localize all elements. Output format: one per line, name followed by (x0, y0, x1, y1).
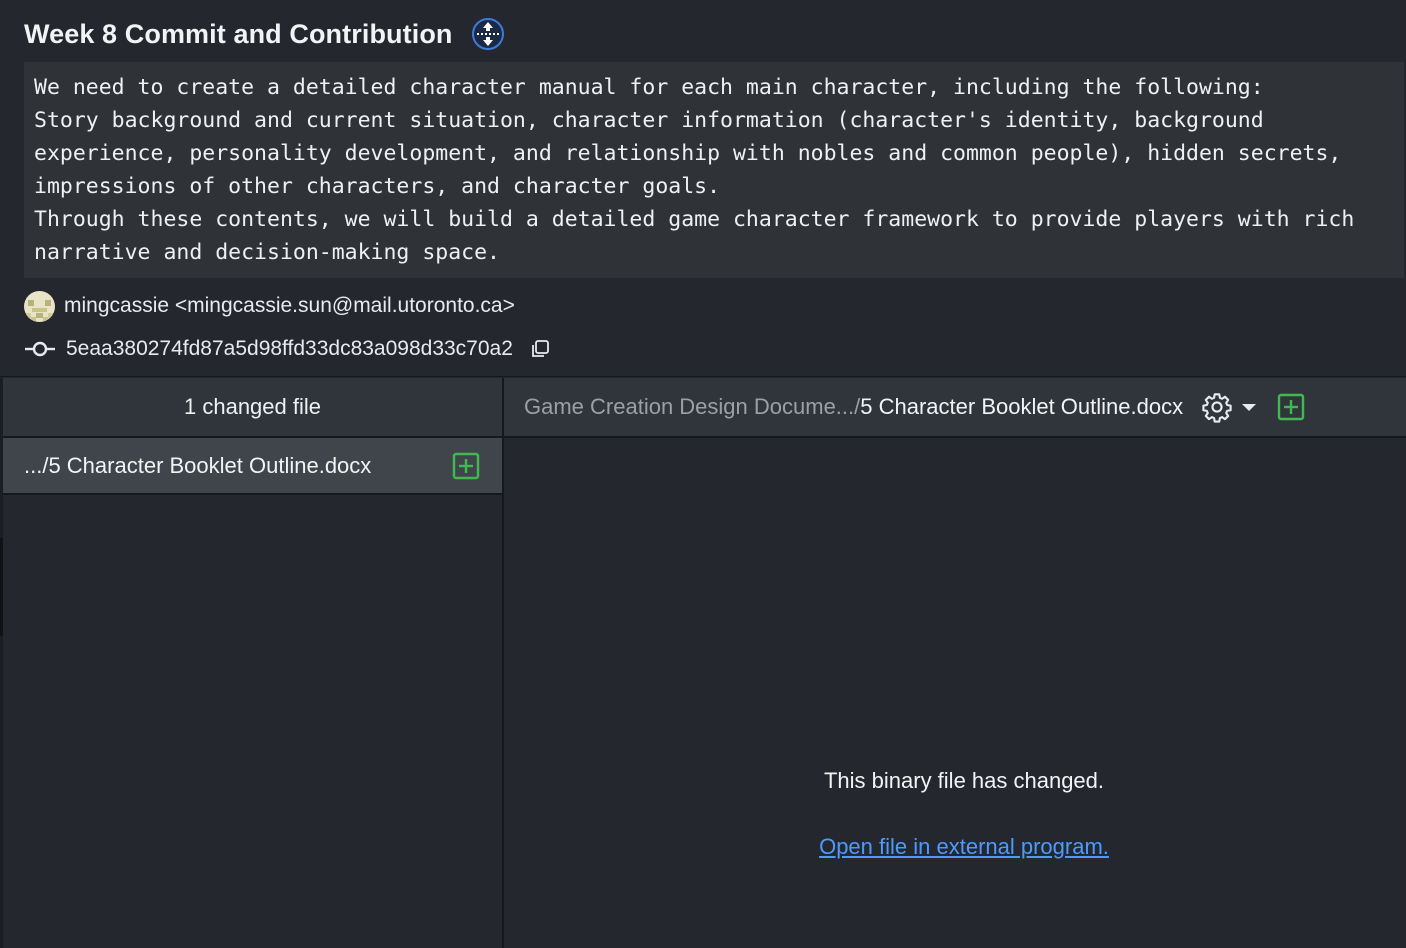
gear-icon (1201, 391, 1233, 423)
file-list-item[interactable]: .../5 Character Booklet Outline.docx (3, 438, 502, 495)
commit-icon (24, 339, 56, 359)
chevron-down-icon (1241, 402, 1257, 412)
commit-hash: 5eaa380274fd87a5d98ffd33dc83a098d33c70a2 (66, 337, 513, 360)
expand-icon[interactable] (471, 17, 505, 51)
commit-title: Week 8 Commit and Contribution (24, 18, 453, 49)
changed-files-panel: 1 changed file .../5 Character Booklet O… (3, 378, 504, 948)
title-row: Week 8 Commit and Contribution (24, 14, 505, 54)
changed-files-header: 1 changed file (3, 378, 502, 438)
copy-icon[interactable] (529, 338, 551, 360)
added-icon (452, 452, 480, 480)
diff-file-name: 5 Character Booklet Outline.docx (860, 394, 1184, 419)
file-list-item-name: .../5 Character Booklet Outline.docx (24, 452, 372, 478)
commit-message: We need to create a detailed character m… (24, 62, 1404, 278)
diff-settings-button[interactable] (1201, 391, 1257, 423)
commit-details-view: Week 8 Commit and Contribution We need t… (0, 0, 1406, 948)
open-external-link[interactable]: Open file in external program. (819, 834, 1109, 859)
diff-header: Game Creation Design Docume.../5 Charact… (504, 378, 1406, 438)
diff-split-view: 1 changed file .../5 Character Booklet O… (0, 376, 1406, 948)
author-row: mingcassie <mingcassie.sun@mail.utoronto… (24, 290, 515, 322)
hash-row: 5eaa380274fd87a5d98ffd33dc83a098d33c70a2 (24, 333, 551, 365)
avatar (24, 290, 55, 322)
diff-panel: Game Creation Design Docume.../5 Charact… (504, 378, 1406, 948)
open-external-link-row: Open file in external program. (504, 834, 1406, 860)
commit-header: Week 8 Commit and Contribution We need t… (0, 0, 1406, 376)
binary-file-message: This binary file has changed. (823, 768, 1105, 793)
diff-path-prefix: Game Creation Design Docume.../ (524, 394, 861, 419)
added-icon (1277, 393, 1305, 421)
author-text: mingcassie <mingcassie.sun@mail.utoronto… (64, 294, 515, 317)
